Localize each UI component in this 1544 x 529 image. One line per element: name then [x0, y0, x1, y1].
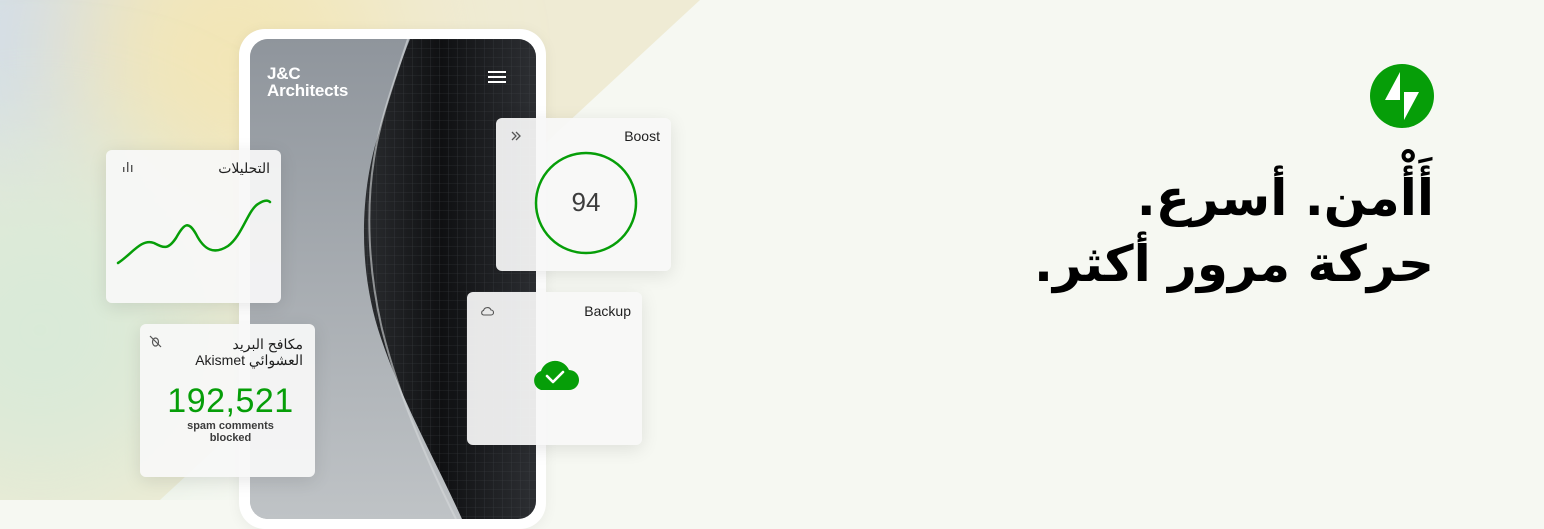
boost-score: 94	[571, 187, 601, 217]
spam-caption: spam comments blocked	[140, 420, 321, 444]
spam-caption-line-1: spam comments	[187, 420, 274, 432]
spam-caption-line-2: blocked	[209, 432, 252, 444]
hero-line-1: أَأْمن. أسرع.	[1136, 169, 1434, 227]
backup-title: Backup	[584, 303, 631, 319]
hero-headline: أَأْمن. أسرع. حركة مرور أكثر.	[1034, 165, 1434, 297]
akismet-title-line-2: العشوائي Akismet	[195, 352, 303, 368]
hero-line-2: حركة مرور أكثر.	[1034, 235, 1434, 293]
backup-card[interactable]: Backup	[467, 292, 642, 445]
boost-card[interactable]: Boost 94	[496, 118, 671, 271]
hamburger-menu-icon[interactable]	[487, 69, 507, 85]
analytics-card[interactable]: التحليلات	[106, 150, 281, 303]
jetpack-logo-icon	[1370, 64, 1434, 128]
bug-shield-icon	[149, 335, 162, 348]
brand-line-2: Architects	[267, 81, 349, 100]
akismet-title-line-1: مكافح البريد	[232, 336, 303, 352]
akismet-card[interactable]: مكافح البريد العشوائي Akismet 192,521 sp…	[140, 324, 315, 477]
cloud-check-icon	[534, 360, 579, 390]
cloud-icon	[481, 307, 494, 316]
analytics-trend-line	[116, 199, 272, 265]
brand-line-1: J&C	[267, 64, 301, 83]
akismet-title: مكافح البريد العشوائي Akismet	[195, 336, 303, 368]
spam-count: 192,521	[167, 382, 294, 420]
site-brand[interactable]: J&C Architects	[267, 65, 348, 99]
